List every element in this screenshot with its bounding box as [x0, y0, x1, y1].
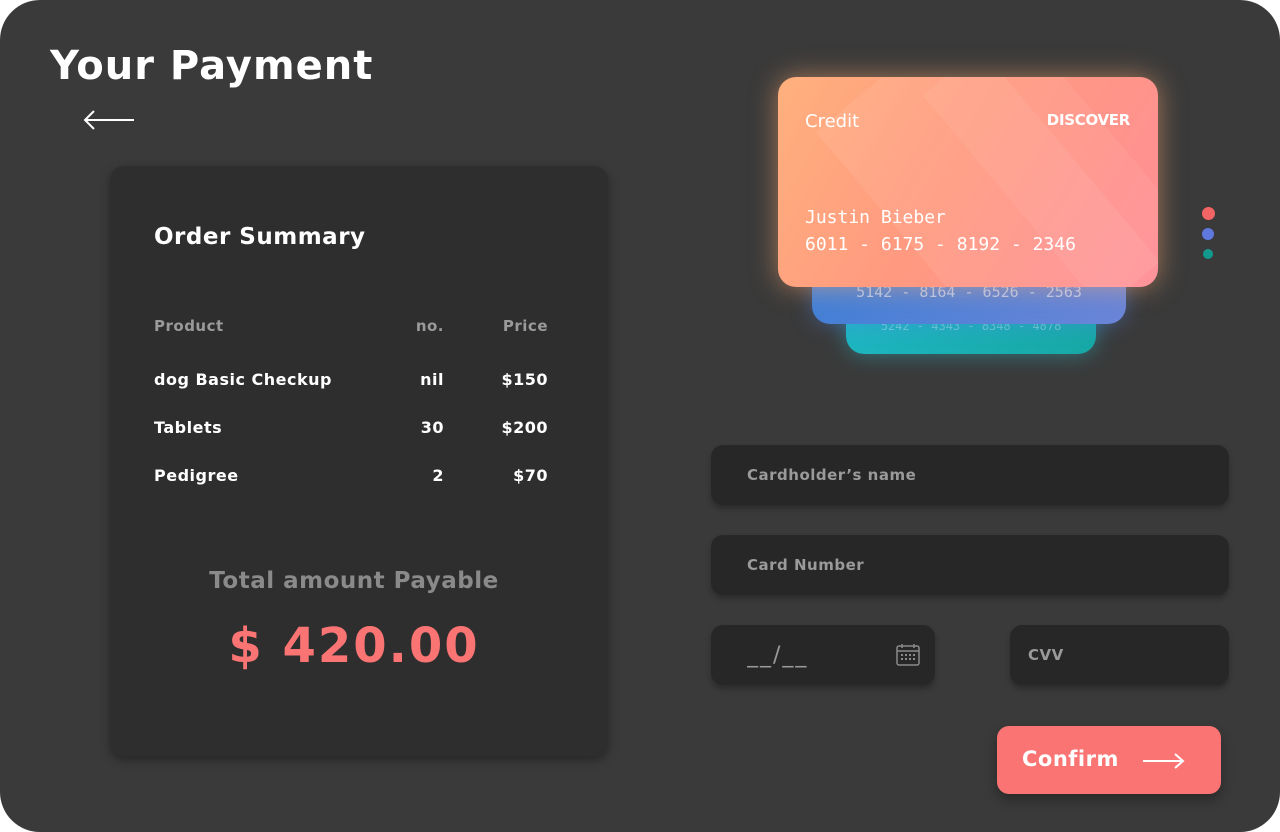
card-selector-dot-blue[interactable] [1202, 228, 1214, 240]
order-row-price: $200 [501, 418, 548, 437]
card-type: Credit [805, 111, 860, 132]
order-row-product: Pedigree [154, 466, 239, 485]
back-button[interactable] [80, 104, 140, 136]
card-selected[interactable]: Credit DISCOVER Justin Bieber 6011 - 617… [778, 77, 1158, 287]
expiry-field [711, 625, 935, 685]
cvv-field [1010, 625, 1229, 685]
discover-logo: DISCOVER [1046, 111, 1131, 129]
column-header-price: Price [502, 317, 548, 335]
calendar-icon[interactable] [895, 643, 921, 667]
column-header-product: Product [154, 317, 224, 335]
card-number: 6011 - 6175 - 8192 - 2346 [805, 234, 1076, 255]
order-summary-panel: Order Summary Product no. Price dog Basi… [110, 166, 608, 756]
arrow-right-icon [1143, 753, 1185, 769]
confirm-label: Confirm [1022, 747, 1119, 771]
order-row-product: dog Basic Checkup [154, 370, 332, 389]
arrow-left-icon [83, 110, 134, 130]
order-row-product: Tablets [154, 418, 223, 437]
order-row: Pedigree 2 $70 [110, 462, 608, 490]
order-row: dog Basic Checkup nil $150 [110, 366, 608, 394]
order-row: Tablets 30 $200 [110, 414, 608, 442]
total-amount: $ 420.00 [228, 618, 480, 674]
card-holder-name: Justin Bieber [805, 207, 946, 228]
order-summary-title: Order Summary [154, 224, 366, 250]
confirm-button[interactable]: Confirm [997, 726, 1221, 794]
card-number-input[interactable] [711, 535, 1229, 595]
order-row-price: $150 [501, 370, 548, 389]
order-row-qty: 2 [432, 466, 444, 485]
card-selector-dot-red[interactable] [1202, 207, 1215, 220]
cardholder-name-input[interactable] [711, 445, 1229, 505]
payment-screen: Your Payment Order Summary Product no. P… [0, 0, 1280, 832]
cardholder-name-field [711, 445, 1229, 505]
page-title: Your Payment [50, 43, 374, 89]
card-selector-dot-teal[interactable] [1203, 249, 1213, 259]
order-row-price: $70 [513, 466, 548, 485]
order-row-qty: nil [420, 370, 444, 389]
card-number-field [711, 535, 1229, 595]
column-header-qty: no. [415, 317, 444, 335]
order-row-qty: 30 [420, 418, 444, 437]
cvv-input[interactable] [1010, 625, 1229, 685]
total-label: Total amount Payable [209, 568, 499, 594]
